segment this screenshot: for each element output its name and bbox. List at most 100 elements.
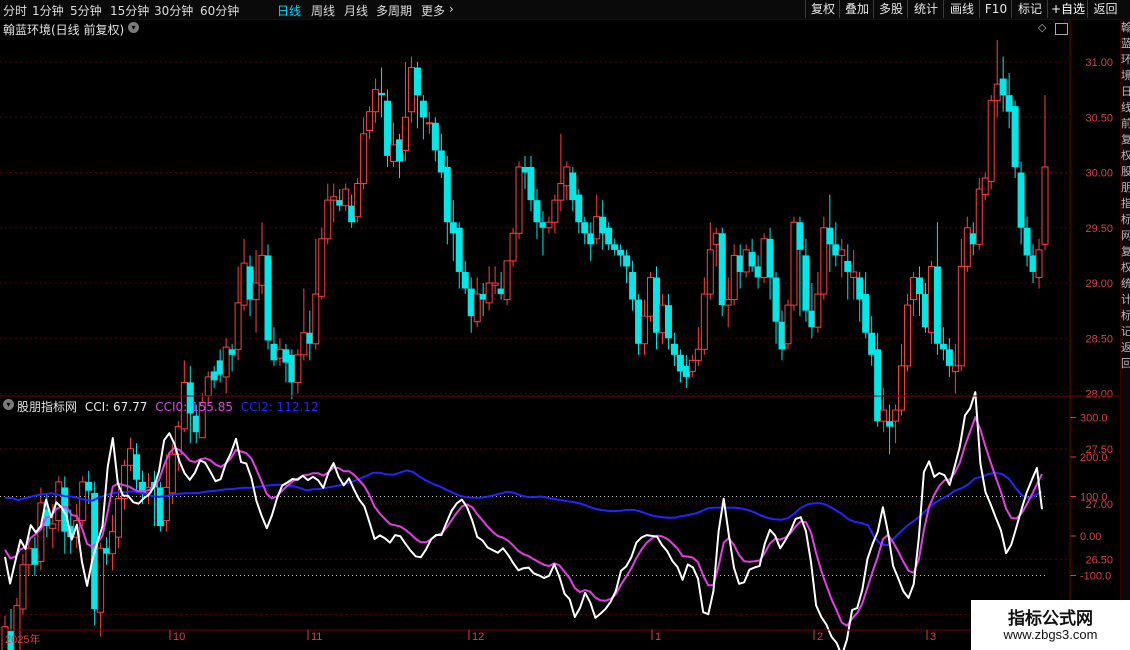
candle-body-down (1029, 255, 1037, 272)
candle-body-up (910, 276, 918, 301)
candle-body-up (880, 409, 888, 422)
candle-body-down (103, 548, 111, 554)
candle-body-up (366, 111, 374, 132)
candle-body-up (838, 249, 846, 256)
candle-body-up (258, 254, 266, 286)
candle-body-down (623, 255, 631, 267)
candle-body-down (539, 222, 547, 228)
candle-body-down (533, 200, 541, 223)
candle-body-down (132, 454, 140, 480)
candle-body-up (473, 293, 481, 323)
candle-body-down (670, 343, 678, 355)
candle-body-up (975, 188, 983, 245)
candle-body-down (575, 194, 583, 223)
candle-body-up (491, 282, 499, 286)
candle-body-down (629, 271, 637, 300)
candle-body-up (551, 199, 559, 223)
cci-value-label: CCI: 67.77 (84, 400, 148, 414)
candle-body-up (19, 564, 27, 610)
candle-body-down (1017, 172, 1025, 228)
candle-body-down (216, 360, 224, 375)
indicator-menu-icon[interactable]: ▾ (3, 399, 14, 410)
candle-body-down (1005, 95, 1013, 112)
candle-body-up (390, 144, 398, 162)
candle-body-down (192, 415, 200, 433)
candle-body-down (766, 238, 774, 278)
watermark-url: www.zbgs3.com (1003, 627, 1098, 642)
candle-body-down (282, 349, 290, 363)
candle-body-down (455, 227, 463, 272)
candle-body-down (264, 255, 272, 341)
candle-body-up (892, 409, 900, 422)
candle-body-down (288, 354, 296, 383)
candle-body-up (503, 260, 511, 301)
candle-body-down (808, 310, 816, 328)
candle-body-down (599, 216, 607, 234)
candle-body-down (210, 371, 218, 381)
candle-body-up (97, 547, 105, 613)
candle-body-down (826, 227, 834, 245)
candle-body-up (730, 254, 738, 301)
price-axis-label: 26.50 (1085, 554, 1113, 566)
candle-body-up (127, 448, 135, 466)
candle-body-down (832, 244, 840, 256)
candle-body-down (664, 305, 672, 339)
candle-body-down (270, 343, 278, 361)
price-axis-label: 30.50 (1085, 112, 1113, 124)
indicator-axis-label: 300.0 (1080, 413, 1108, 425)
candle-body-down (754, 266, 762, 278)
candle-body-down (886, 421, 894, 427)
candle-body-up (641, 315, 649, 345)
watermark-title: 指标公式网 (1008, 609, 1093, 629)
candle-body-up (712, 232, 720, 245)
candle-body-down (778, 321, 786, 350)
candle-body-up (234, 302, 242, 350)
candle-body-down (461, 271, 469, 289)
side-strip-char: 网 (1121, 228, 1130, 244)
cci2-value-label: CCI2: 112.12 (240, 400, 319, 414)
candle-body-up (814, 293, 822, 328)
candle-body-up (204, 376, 212, 397)
candle-body-up (850, 271, 858, 278)
candle-body-down (652, 277, 660, 333)
candle-body-up (647, 276, 655, 317)
candle-body-down (479, 294, 487, 300)
candle-body-up (963, 227, 971, 267)
candle-body-up (318, 238, 326, 297)
side-strip-char: 蓝 (1121, 36, 1130, 52)
candle-body-down (676, 354, 684, 372)
candle-body-up (1035, 249, 1043, 278)
side-strip-char: 权 (1121, 148, 1130, 164)
side-strip-char: 权 (1121, 260, 1130, 276)
side-strip-char: 标 (1121, 308, 1130, 324)
side-strip-char: 线 (1121, 100, 1130, 116)
candle-body-down (306, 332, 314, 344)
candle-body-up (790, 221, 798, 306)
candle-body-down (419, 100, 427, 118)
candle-body-down (862, 294, 870, 333)
indicator-axis-label: -100.0 (1080, 571, 1111, 583)
candle-body-up (694, 348, 702, 361)
chart-canvas: 31.0030.5030.0029.5029.0028.5028.0027.50… (0, 20, 1120, 650)
candle-body-down (378, 92, 386, 96)
candle-body-up (515, 166, 523, 234)
candle-body-down (395, 139, 403, 162)
candle-body-up (324, 199, 332, 240)
candle-body-down (348, 205, 356, 223)
side-strip-char: 股 (1121, 164, 1130, 180)
side-strip-char: 朋 (1121, 180, 1130, 196)
candle-body-up (168, 453, 176, 494)
candle-body-up (927, 265, 935, 334)
side-strip-char: 复 (1121, 244, 1130, 260)
chart-frame (0, 20, 1120, 640)
candle-body-up (342, 188, 350, 207)
candle-body-up (898, 365, 906, 411)
side-strip-char: 记 (1121, 324, 1130, 340)
candle-body-up (993, 83, 1001, 102)
candle-body-up (109, 531, 117, 555)
candle-body-up (240, 262, 248, 306)
candle-body-up (700, 293, 708, 350)
candle-body-up (951, 365, 959, 372)
candle-body-down (431, 122, 439, 151)
candle-body-down (449, 222, 457, 234)
